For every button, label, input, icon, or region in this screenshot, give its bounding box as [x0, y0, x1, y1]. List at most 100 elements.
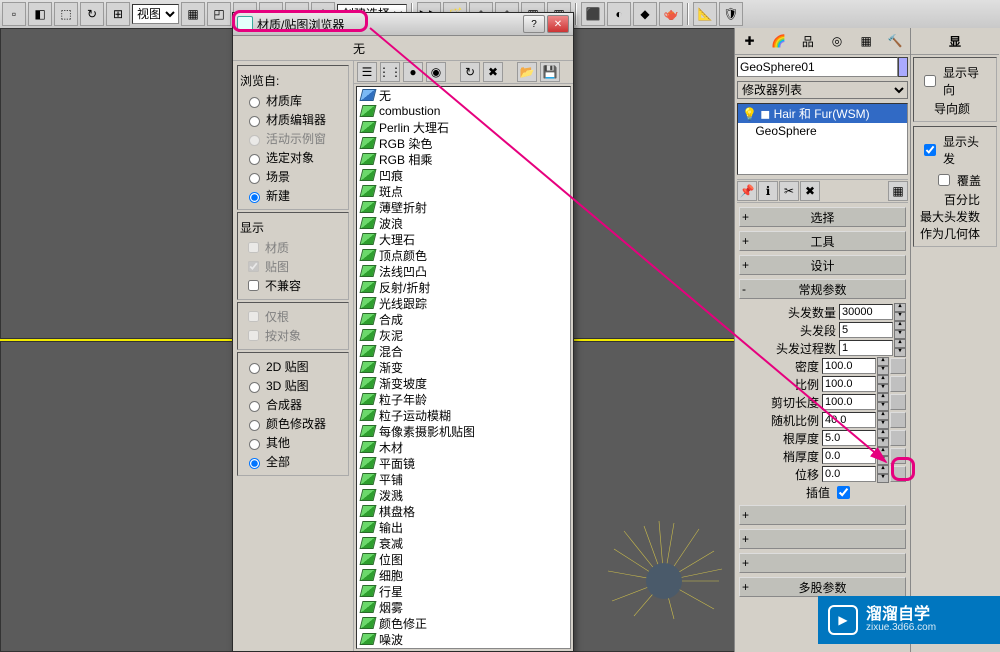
map-list-item[interactable]: 行星: [357, 583, 570, 599]
hierarchy-tab-icon[interactable]: 品: [798, 31, 818, 51]
override-checkbox[interactable]: [938, 174, 950, 186]
option-radio[interactable]: [249, 192, 260, 203]
display-tab-icon[interactable]: ▦: [856, 31, 876, 51]
map-list-item[interactable]: 法线凹凸: [357, 263, 570, 279]
map-list-item[interactable]: 烟雾: [357, 599, 570, 615]
tool-button[interactable]: 📐: [693, 2, 717, 26]
map-list-item[interactable]: 凹痕: [357, 167, 570, 183]
map-list-item[interactable]: 平面镜: [357, 455, 570, 471]
delete-icon[interactable]: ✖: [483, 62, 503, 82]
dialog-titlebar[interactable]: 材质/贴图浏览器 ? ✕: [233, 13, 573, 36]
option-row[interactable]: 活动示例窗: [240, 129, 346, 148]
spinner[interactable]: ▴▾: [877, 375, 889, 393]
save-lib-icon[interactable]: 💾: [540, 62, 560, 82]
option-row[interactable]: 贴图: [240, 257, 346, 276]
option-checkbox[interactable]: [248, 242, 259, 253]
scale-input[interactable]: [822, 376, 876, 392]
rand-input[interactable]: [822, 412, 876, 428]
tool-button[interactable]: ▦: [181, 2, 205, 26]
option-row[interactable]: 合成器: [240, 395, 346, 414]
offset-input[interactable]: [822, 466, 876, 482]
hair-pass-input[interactable]: [839, 340, 893, 356]
rollout-header[interactable]: +: [739, 529, 906, 549]
map-list-item[interactable]: 反射/折射: [357, 279, 570, 295]
option-row[interactable]: 颜色修改器: [240, 414, 346, 433]
option-row[interactable]: 场景: [240, 167, 346, 186]
tool-button[interactable]: ◧: [28, 2, 52, 26]
spinner[interactable]: ▴▾: [894, 339, 906, 357]
option-row[interactable]: 选定对象: [240, 148, 346, 167]
map-list-item[interactable]: 平铺: [357, 471, 570, 487]
map-button[interactable]: [890, 448, 906, 464]
utilities-tab-icon[interactable]: 🔨: [885, 31, 905, 51]
map-list-item[interactable]: 细胞: [357, 567, 570, 583]
option-checkbox[interactable]: [248, 330, 259, 341]
map-list-item[interactable]: 大理石: [357, 231, 570, 247]
view-select[interactable]: 视图: [132, 4, 179, 24]
stack-item-geosphere[interactable]: GeoSphere: [738, 123, 907, 139]
map-list-item[interactable]: combustion: [357, 103, 570, 119]
option-radio[interactable]: [249, 135, 260, 146]
rollout-general[interactable]: -常规参数: [739, 279, 906, 299]
map-list[interactable]: 无combustionPerlin 大理石RGB 染色RGB 相乘凹痕斑点薄壁折…: [356, 86, 571, 649]
hair-count-input[interactable]: [839, 304, 893, 320]
option-row[interactable]: 按对象: [240, 326, 346, 345]
modify-tab-icon[interactable]: 🌈: [769, 31, 789, 51]
option-radio[interactable]: [249, 154, 260, 165]
map-list-item[interactable]: 棋盘格: [357, 503, 570, 519]
root-input[interactable]: [822, 430, 876, 446]
rollout-header[interactable]: +: [739, 553, 906, 573]
modifier-list-select[interactable]: 修改器列表: [737, 81, 908, 99]
map-list-item[interactable]: 衰减: [357, 535, 570, 551]
object-name-input[interactable]: [737, 57, 898, 77]
option-row[interactable]: 不兼容: [240, 276, 346, 295]
hair-seg-input[interactable]: [839, 322, 893, 338]
option-radio[interactable]: [249, 458, 260, 469]
tool-button[interactable]: 🫖: [659, 2, 683, 26]
map-list-item[interactable]: 灰泥: [357, 327, 570, 343]
spinner[interactable]: ▴▾: [894, 321, 906, 339]
tool-button[interactable]: ◐: [607, 2, 631, 26]
spinner[interactable]: ▴▾: [877, 465, 889, 483]
help-button[interactable]: ?: [523, 15, 545, 33]
map-button[interactable]: [890, 412, 906, 428]
option-row[interactable]: 材质: [240, 238, 346, 257]
interp-checkbox[interactable]: [837, 486, 850, 499]
option-row[interactable]: 材质编辑器: [240, 110, 346, 129]
configure-icon[interactable]: ▦: [888, 181, 908, 201]
spinner[interactable]: ▴▾: [877, 447, 889, 465]
option-radio[interactable]: [249, 382, 260, 393]
modifier-stack[interactable]: 💡 ◼ Hair 和 Fur(WSM) GeoSphere: [737, 103, 908, 175]
spinner[interactable]: ▴▾: [894, 303, 906, 321]
map-list-item[interactable]: 颜色修正: [357, 615, 570, 631]
spinner[interactable]: ▴▾: [877, 429, 889, 447]
option-radio[interactable]: [249, 363, 260, 374]
option-radio[interactable]: [249, 97, 260, 108]
remove-icon[interactable]: ✖: [800, 181, 820, 201]
map-button[interactable]: [890, 394, 906, 410]
map-list-item[interactable]: 木材: [357, 439, 570, 455]
option-checkbox[interactable]: [248, 280, 259, 291]
cut-input[interactable]: [822, 394, 876, 410]
map-list-item[interactable]: 波浪: [357, 215, 570, 231]
create-tab-icon[interactable]: ✚: [740, 31, 760, 51]
close-button[interactable]: ✕: [547, 15, 569, 33]
map-button[interactable]: [890, 430, 906, 446]
option-row[interactable]: 其他: [240, 433, 346, 452]
pin-stack-icon[interactable]: 📌: [737, 181, 757, 201]
map-list-item[interactable]: 噪波: [357, 631, 570, 647]
rollout-design[interactable]: +设计: [739, 255, 906, 275]
map-list-item[interactable]: 合成: [357, 311, 570, 327]
view-list-icon[interactable]: ☰: [357, 62, 377, 82]
option-row[interactable]: 材质库: [240, 91, 346, 110]
tool-button[interactable]: ⊞: [106, 2, 130, 26]
density-input[interactable]: [822, 358, 876, 374]
rollout-header[interactable]: +: [739, 505, 906, 525]
tool-button[interactable]: ◆: [633, 2, 657, 26]
option-row[interactable]: 2D 贴图: [240, 357, 346, 376]
option-radio[interactable]: [249, 401, 260, 412]
map-button[interactable]: [890, 466, 906, 482]
tool-button[interactable]: ▫: [2, 2, 26, 26]
map-list-item[interactable]: 混合: [357, 343, 570, 359]
object-color-swatch[interactable]: [898, 57, 908, 77]
